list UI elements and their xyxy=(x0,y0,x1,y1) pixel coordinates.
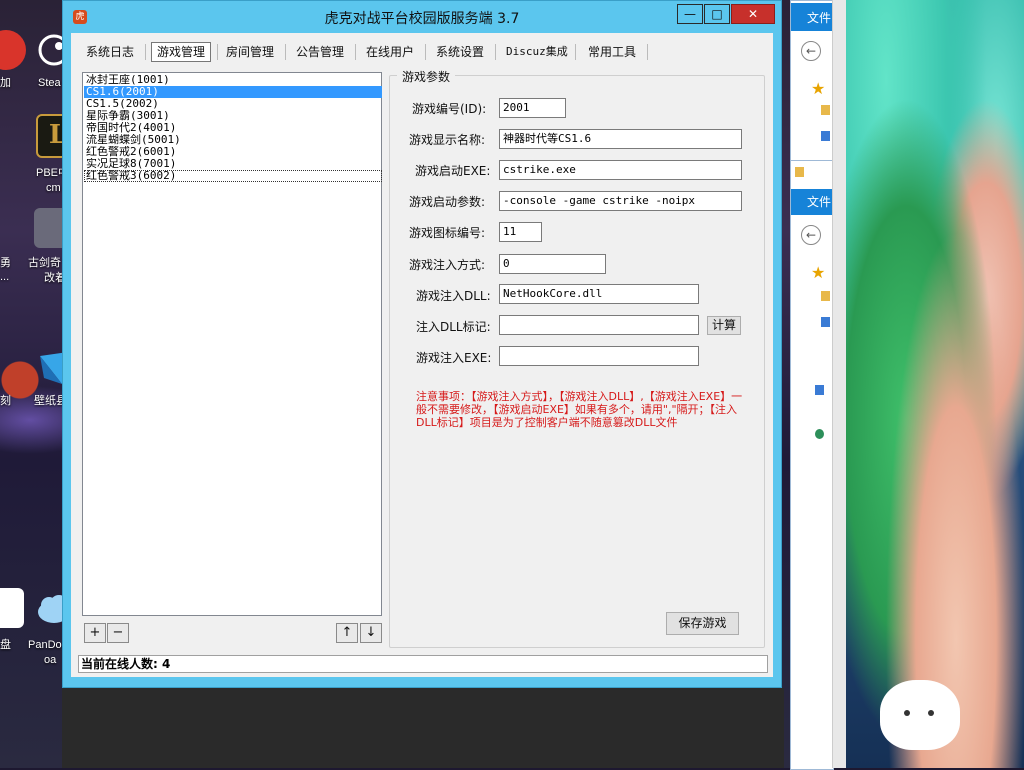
game-id-field[interactable]: 2001 xyxy=(499,98,566,118)
list-item[interactable]: 红色警戒3(6002) xyxy=(84,170,382,182)
mascot-sticker xyxy=(880,680,960,750)
game-params-title: 游戏参数 xyxy=(397,68,456,85)
network-icon xyxy=(815,429,824,439)
back-arrow-icon[interactable]: ← xyxy=(801,41,821,61)
explorer-window-top[interactable]: 文件 ← ★ xyxy=(790,0,834,162)
launch-exe-field[interactable]: cstrike.exe xyxy=(499,160,742,180)
move-down-button[interactable]: ↓ xyxy=(360,623,382,643)
inject-dll-label: 游戏注入DLL: xyxy=(416,289,491,303)
tab-common-tools[interactable]: 常用工具 xyxy=(583,41,641,63)
pandownload-icon-label: PanDo xyxy=(28,639,62,651)
minimize-button[interactable]: — xyxy=(677,4,703,24)
list-item[interactable]: CS1.5(2002) xyxy=(84,98,382,110)
list-item[interactable]: 冰封王座(1001) xyxy=(84,74,382,86)
explorer-title: 文件 xyxy=(791,189,833,215)
save-game-button[interactable]: 保存游戏 xyxy=(666,612,739,635)
folder-icon xyxy=(821,105,830,115)
desktop-icon-label: 刻 xyxy=(0,395,11,407)
inject-dll-field[interactable]: NetHookCore.dll xyxy=(499,284,699,304)
explorer-title: 文件 xyxy=(791,3,833,31)
icon-id-field[interactable]: 11 xyxy=(499,222,542,242)
wallpaper-character-art xyxy=(846,0,1024,768)
desktop-icon-unknown-2[interactable] xyxy=(0,588,24,628)
pandownload-icon-label-2: oa xyxy=(44,654,57,666)
game-id-label: 游戏编号(ID): xyxy=(412,102,487,116)
folder-icon xyxy=(795,167,804,177)
launch-args-field[interactable]: -console -game cstrike -noipx xyxy=(499,191,742,211)
tab-game-management[interactable]: 游戏管理 xyxy=(151,42,212,62)
list-item[interactable]: 流星蝴蝶剑(5001) xyxy=(84,134,382,146)
game-list[interactable]: 冰封王座(1001) CS1.6(2001) CS1.5(2002) 星际争霸(… xyxy=(82,72,382,616)
dll-mark-field[interactable] xyxy=(499,315,699,335)
window-client-area: 系统日志 游戏管理 房间管理 公告管理 在线用户 系统设置 Discuz集成 常… xyxy=(71,33,773,677)
favorites-star-icon: ★ xyxy=(811,263,826,282)
display-name-label: 游戏显示名称: xyxy=(409,133,486,147)
tab-online-users[interactable]: 在线用户 xyxy=(361,41,419,63)
inject-mode-label: 游戏注入方式: xyxy=(409,258,486,272)
desktop-icon-label: 盘 xyxy=(0,639,11,651)
explorer-scrollbar[interactable] xyxy=(832,0,847,768)
list-item[interactable]: 红色警戒2(6001) xyxy=(84,146,382,158)
steam-icon-label: Stea xyxy=(38,77,61,89)
online-count-status: 当前在线人数: 4 xyxy=(78,655,768,673)
back-arrow-icon[interactable]: ← xyxy=(801,225,821,245)
icon-id-label: 游戏图标编号: xyxy=(409,226,486,240)
tab-room-management[interactable]: 房间管理 xyxy=(221,41,279,63)
title-bar[interactable]: 虎 虎克对战平台校园版服务端 3.7 — □ ✕ xyxy=(63,1,781,33)
folder-icon xyxy=(821,291,830,301)
favorites-star-icon: ★ xyxy=(811,79,826,98)
close-button[interactable]: ✕ xyxy=(731,4,775,24)
computer-icon xyxy=(815,385,824,395)
dll-mark-label: 注入DLL标记: xyxy=(416,320,491,334)
move-up-button[interactable]: ↑ xyxy=(336,623,358,643)
list-item[interactable]: 帝国时代2(4001) xyxy=(84,122,382,134)
display-name-field[interactable]: 神器时代等CS1.6 xyxy=(499,129,742,149)
taskbar-area xyxy=(62,688,784,768)
notice-text: 注意事项：【游戏注入方式】，【游戏注入DLL】,【游戏注入EXE】一般不需要修改… xyxy=(416,390,743,429)
calculate-button[interactable]: 计算 xyxy=(707,316,741,335)
window-title: 虎克对战平台校园版服务端 3.7 xyxy=(324,11,520,27)
inject-mode-field[interactable]: 0 xyxy=(499,254,606,274)
inject-exe-field[interactable] xyxy=(499,346,699,366)
library-icon xyxy=(821,317,830,327)
launch-args-label: 游戏启动参数: xyxy=(409,195,486,209)
launch-exe-label: 游戏启动EXE: xyxy=(415,164,491,178)
desktop-icon-label: ... xyxy=(0,271,10,283)
list-item[interactable]: 实况足球8(7001) xyxy=(84,158,382,170)
tab-announcement[interactable]: 公告管理 xyxy=(291,41,349,63)
tab-system-log[interactable]: 系统日志 xyxy=(81,41,139,63)
explorer-window-bottom[interactable]: 文件 ← ★ xyxy=(790,160,834,770)
remove-game-button[interactable]: − xyxy=(107,623,129,643)
gujian-icon-label: 古剑奇 xyxy=(28,257,61,269)
list-item-selected[interactable]: CS1.6(2001) xyxy=(84,86,382,98)
tab-discuz-integration[interactable]: Discuz集成 xyxy=(501,41,573,63)
add-game-button[interactable]: + xyxy=(84,623,106,643)
app-window[interactable]: 虎 虎克对战平台校园版服务端 3.7 — □ ✕ 系统日志 游戏管理 房间管理 … xyxy=(62,0,782,688)
tab-system-settings[interactable]: 系统设置 xyxy=(431,41,489,63)
library-icon xyxy=(821,131,830,141)
list-item[interactable]: 星际争霸(3001) xyxy=(84,110,382,122)
desktop-icon-label: 加 xyxy=(0,77,11,89)
maximize-button[interactable]: □ xyxy=(704,4,730,24)
inject-exe-label: 游戏注入EXE: xyxy=(416,351,492,365)
desktop-icon-label: 勇 xyxy=(0,257,11,269)
pbe-icon-label-2: cm xyxy=(46,182,61,194)
